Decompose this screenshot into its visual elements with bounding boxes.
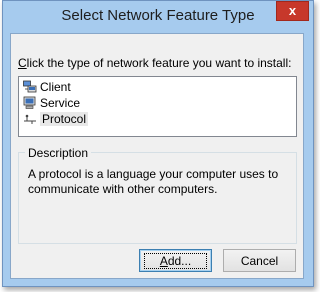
dialog-title: Select Network Feature Type: [61, 7, 255, 24]
list-item-client[interactable]: Client: [23, 79, 71, 95]
install-prompt-label: Click the type of network feature you wa…: [18, 56, 291, 70]
list-item-label: Client: [40, 80, 71, 94]
select-network-feature-dialog: Select Network Feature Type x Click the …: [2, 0, 314, 287]
close-button[interactable]: x: [276, 1, 309, 21]
list-item-protocol[interactable]: Protocol: [23, 111, 89, 127]
feature-type-list[interactable]: Client Service Protocol: [18, 76, 297, 137]
protocol-network-icon: [23, 112, 37, 126]
add-accelerator: A: [159, 253, 168, 268]
add-button[interactable]: Add...: [139, 249, 212, 272]
title-bar[interactable]: Select Network Feature Type x: [3, 1, 313, 34]
list-item-service[interactable]: Service: [23, 95, 80, 111]
prompt-accelerator: C: [18, 56, 27, 70]
add-label-rest: dd...: [167, 253, 192, 268]
list-item-label: Service: [40, 96, 81, 110]
description-heading: Description: [25, 146, 92, 160]
add-button-label: Add...: [143, 252, 208, 269]
service-computer-icon: [23, 96, 37, 110]
description-text: A protocol is a language your computer u…: [28, 167, 279, 196]
description-group: Description A protocol is a language you…: [18, 146, 297, 244]
client-computer-icon: [23, 80, 37, 94]
list-item-label: Protocol: [40, 112, 89, 126]
cancel-button[interactable]: Cancel: [223, 249, 296, 272]
close-icon: x: [288, 3, 297, 18]
prompt-text: lick the type of network feature you wan…: [26, 56, 292, 70]
cancel-button-label: Cancel: [240, 253, 279, 268]
dialog-body: Click the type of network feature you wa…: [10, 33, 304, 279]
